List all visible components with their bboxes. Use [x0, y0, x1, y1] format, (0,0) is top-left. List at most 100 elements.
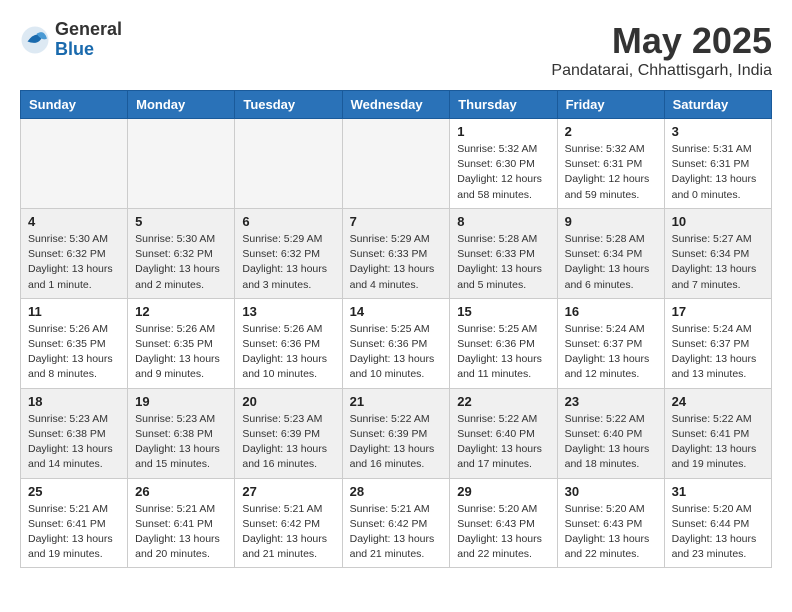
day-number: 1	[457, 124, 549, 139]
calendar-cell: 24Sunrise: 5:22 AMSunset: 6:41 PMDayligh…	[664, 388, 771, 478]
calendar-cell	[21, 119, 128, 209]
weekday-header-wednesday: Wednesday	[342, 91, 450, 119]
calendar-cell: 3Sunrise: 5:31 AMSunset: 6:31 PMDaylight…	[664, 119, 771, 209]
calendar-cell: 15 Sunrise: 5:25 AMSunset: 6:36 PMDayligh…	[450, 298, 557, 388]
weekday-header-thursday: Thursday	[450, 91, 557, 119]
day-info: Sunrise: 5:20 AMSunset: 6:43 PMDaylight:…	[457, 502, 549, 563]
day-info: Sunrise: 5:29 AMSunset: 6:33 PMDaylight:…	[350, 232, 443, 293]
calendar-cell: 14 Sunrise: 5:25 AMSunset: 6:36 PMDayligh…	[342, 298, 450, 388]
day-info: Sunrise: 5:32 AMSunset: 6:31 PMDaylight:…	[565, 142, 657, 203]
weekday-header-monday: Monday	[128, 91, 235, 119]
weekday-header-friday: Friday	[557, 91, 664, 119]
calendar-cell	[128, 119, 235, 209]
day-info: Sunrise: 5:21 AMSunset: 6:41 PMDaylight:…	[28, 502, 120, 563]
day-number: 17	[672, 304, 764, 319]
day-info: Sunrise: 5:22 AMSunset: 6:39 PMDaylight:…	[350, 412, 443, 473]
day-info: Sunrise: 5:26 AMSunset: 6:36 PMDaylight:…	[242, 322, 334, 383]
calendar-cell: 12Sunrise: 5:26 AMSunset: 6:35 PMDayligh…	[128, 298, 235, 388]
calendar-cell: 23 Sunrise: 5:22 AMSunset: 6:40 PMDayligh…	[557, 388, 664, 478]
calendar-cell: 26 Sunrise: 5:21 AMSunset: 6:41 PMDayligh…	[128, 478, 235, 568]
day-info: Sunrise: 5:24 AMSunset: 6:37 PMDaylight:…	[565, 322, 657, 383]
day-number: 9	[565, 214, 657, 229]
calendar-cell: 1 Sunrise: 5:32 AMSunset: 6:30 PMDaylight…	[450, 119, 557, 209]
day-info: Sunrise: 5:27 AMSunset: 6:34 PMDaylight:…	[672, 232, 764, 293]
day-info: Sunrise: 5:26 AMSunset: 6:35 PMDaylight:…	[28, 322, 120, 383]
calendar-cell: 13Sunrise: 5:26 AMSunset: 6:36 PMDayligh…	[235, 298, 342, 388]
day-info: Sunrise: 5:20 AMSunset: 6:43 PMDaylight:…	[565, 502, 657, 563]
day-info: Sunrise: 5:21 AMSunset: 6:42 PMDaylight:…	[350, 502, 443, 563]
calendar-cell: 19 Sunrise: 5:23 AMSunset: 6:38 PMDayligh…	[128, 388, 235, 478]
calendar-cell: 5 Sunrise: 5:30 AMSunset: 6:32 PMDaylight…	[128, 208, 235, 298]
day-number: 12	[135, 304, 227, 319]
day-info: Sunrise: 5:21 AMSunset: 6:41 PMDaylight:…	[135, 502, 227, 563]
calendar-cell: 21 Sunrise: 5:22 AMSunset: 6:39 PMDayligh…	[342, 388, 450, 478]
title-block: May 2025 Pandatarai, Chhattisgarh, India	[551, 20, 772, 80]
day-info: Sunrise: 5:23 AMSunset: 6:38 PMDaylight:…	[135, 412, 227, 473]
weekday-header-tuesday: Tuesday	[235, 91, 342, 119]
day-number: 4	[28, 214, 120, 229]
calendar-cell: 9 Sunrise: 5:28 AMSunset: 6:34 PMDaylight…	[557, 208, 664, 298]
day-info: Sunrise: 5:22 AMSunset: 6:40 PMDaylight:…	[565, 412, 657, 473]
day-info: Sunrise: 5:22 AMSunset: 6:40 PMDaylight:…	[457, 412, 549, 473]
day-info: Sunrise: 5:31 AMSunset: 6:31 PMDaylight:…	[672, 142, 764, 203]
calendar-cell: 4 Sunrise: 5:30 AMSunset: 6:32 PMDaylight…	[21, 208, 128, 298]
logo-text: General Blue	[55, 20, 122, 60]
day-info: Sunrise: 5:25 AMSunset: 6:36 PMDaylight:…	[457, 322, 549, 383]
day-number: 15	[457, 304, 549, 319]
calendar-cell: 17Sunrise: 5:24 AMSunset: 6:37 PMDayligh…	[664, 298, 771, 388]
calendar-cell: 25Sunrise: 5:21 AMSunset: 6:41 PMDayligh…	[21, 478, 128, 568]
day-number: 31	[672, 484, 764, 499]
calendar-cell: 20Sunrise: 5:23 AMSunset: 6:39 PMDayligh…	[235, 388, 342, 478]
location-subtitle: Pandatarai, Chhattisgarh, India	[551, 62, 772, 80]
day-number: 7	[350, 214, 443, 229]
calendar-cell: 31 Sunrise: 5:20 AMSunset: 6:44 PMDayligh…	[664, 478, 771, 568]
calendar-cell: 16 Sunrise: 5:24 AMSunset: 6:37 PMDayligh…	[557, 298, 664, 388]
day-number: 24	[672, 394, 764, 409]
calendar-cell: 18Sunrise: 5:23 AMSunset: 6:38 PMDayligh…	[21, 388, 128, 478]
calendar-table: SundayMondayTuesdayWednesdayThursdayFrid…	[20, 90, 772, 568]
day-number: 16	[565, 304, 657, 319]
calendar-cell: 7 Sunrise: 5:29 AMSunset: 6:33 PMDaylight…	[342, 208, 450, 298]
calendar-cell: 11Sunrise: 5:26 AMSunset: 6:35 PMDayligh…	[21, 298, 128, 388]
day-number: 26	[135, 484, 227, 499]
day-number: 19	[135, 394, 227, 409]
calendar-week-row: 18Sunrise: 5:23 AMSunset: 6:38 PMDayligh…	[21, 388, 772, 478]
logo-blue-text: Blue	[55, 40, 122, 60]
day-number: 21	[350, 394, 443, 409]
weekday-header-row: SundayMondayTuesdayWednesdayThursdayFrid…	[21, 91, 772, 119]
logo-icon	[20, 25, 50, 55]
day-number: 2	[565, 124, 657, 139]
day-info: Sunrise: 5:30 AMSunset: 6:32 PMDaylight:…	[135, 232, 227, 293]
day-number: 30	[565, 484, 657, 499]
calendar-cell: 28Sunrise: 5:21 AMSunset: 6:42 PMDayligh…	[342, 478, 450, 568]
day-info: Sunrise: 5:25 AMSunset: 6:36 PMDaylight:…	[350, 322, 443, 383]
calendar-cell	[235, 119, 342, 209]
day-info: Sunrise: 5:28 AMSunset: 6:34 PMDaylight:…	[565, 232, 657, 293]
day-number: 10	[672, 214, 764, 229]
day-number: 8	[457, 214, 549, 229]
weekday-header-saturday: Saturday	[664, 91, 771, 119]
day-info: Sunrise: 5:30 AMSunset: 6:32 PMDaylight:…	[28, 232, 120, 293]
day-info: Sunrise: 5:32 AMSunset: 6:30 PMDaylight:…	[457, 142, 549, 203]
day-number: 29	[457, 484, 549, 499]
calendar-cell: 8Sunrise: 5:28 AMSunset: 6:33 PMDaylight…	[450, 208, 557, 298]
day-number: 22	[457, 394, 549, 409]
calendar-week-row: 11Sunrise: 5:26 AMSunset: 6:35 PMDayligh…	[21, 298, 772, 388]
calendar-cell: 10 Sunrise: 5:27 AMSunset: 6:34 PMDayligh…	[664, 208, 771, 298]
calendar-cell: 6 Sunrise: 5:29 AMSunset: 6:32 PMDaylight…	[235, 208, 342, 298]
logo: General Blue	[20, 20, 122, 60]
day-info: Sunrise: 5:29 AMSunset: 6:32 PMDaylight:…	[242, 232, 334, 293]
logo-general-text: General	[55, 20, 122, 40]
day-number: 5	[135, 214, 227, 229]
calendar-week-row: 1 Sunrise: 5:32 AMSunset: 6:30 PMDaylight…	[21, 119, 772, 209]
day-info: Sunrise: 5:23 AMSunset: 6:38 PMDaylight:…	[28, 412, 120, 473]
calendar-cell: 30 Sunrise: 5:20 AMSunset: 6:43 PMDayligh…	[557, 478, 664, 568]
day-info: Sunrise: 5:20 AMSunset: 6:44 PMDaylight:…	[672, 502, 764, 563]
calendar-cell: 27Sunrise: 5:21 AMSunset: 6:42 PMDayligh…	[235, 478, 342, 568]
calendar-cell	[342, 119, 450, 209]
calendar-cell: 22 Sunrise: 5:22 AMSunset: 6:40 PMDayligh…	[450, 388, 557, 478]
day-number: 14	[350, 304, 443, 319]
day-number: 23	[565, 394, 657, 409]
month-year-title: May 2025	[551, 20, 772, 62]
day-number: 6	[242, 214, 334, 229]
